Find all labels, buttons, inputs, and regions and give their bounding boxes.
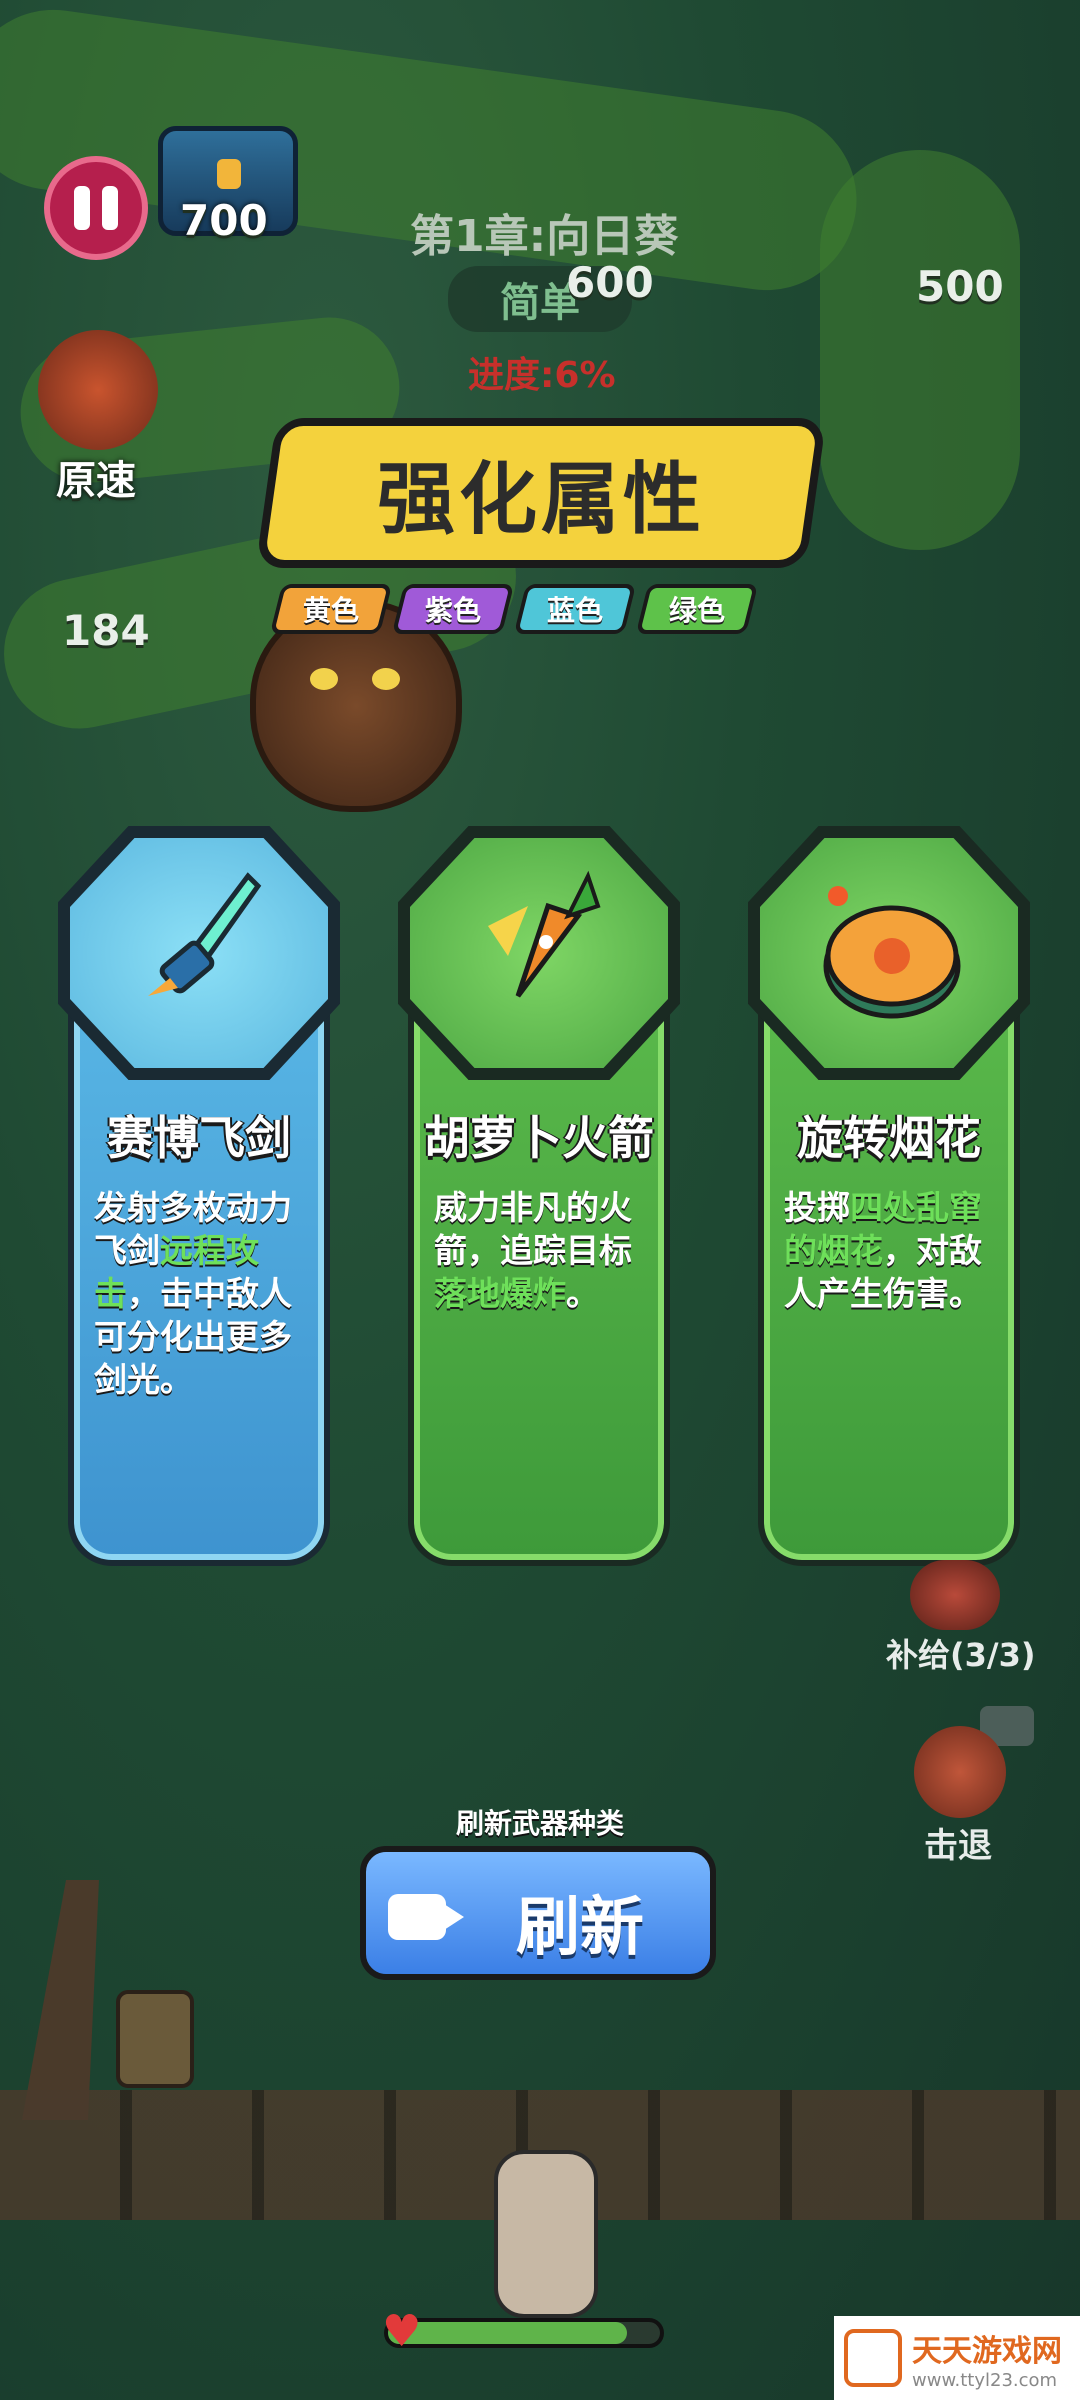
watermark-title: 天天游戏网 bbox=[912, 2333, 1062, 2369]
weapon-card-cyber-sword[interactable]: 赛博飞剑 发射多枚动力飞剑远程攻击，击中敌人可分化出更多剑光。 bbox=[58, 826, 340, 1576]
lantern-icon bbox=[116, 1990, 194, 2088]
tag-green: 绿色 bbox=[635, 584, 759, 634]
supply-label: 补给(3/3) bbox=[886, 1636, 1036, 1674]
chapter-title: 第1章:向日葵 bbox=[410, 211, 679, 262]
heart-icon: ♥ bbox=[382, 2306, 422, 2357]
pause-button[interactable] bbox=[44, 156, 148, 260]
color-tags: 黄色 紫色 蓝色 绿色 bbox=[269, 584, 759, 634]
cyber-sword-icon bbox=[128, 866, 268, 1016]
tag-yellow: 黄色 bbox=[269, 584, 393, 634]
weapon-description: 投掷四处乱窜的烟花，对敌人产生伤害。 bbox=[784, 1188, 982, 1313]
watermark: 天天游戏网 www.ttyl23.com bbox=[834, 2316, 1080, 2400]
knockback-label: 击退 bbox=[924, 1826, 992, 1866]
progress-text: 进度:6% bbox=[468, 355, 616, 396]
weapon-name: 赛博飞剑 bbox=[107, 1111, 291, 1165]
carrot-rocket-icon bbox=[468, 866, 608, 1016]
tag-purple: 紫色 bbox=[391, 584, 515, 634]
weapon-description: 发射多枚动力飞剑远程攻击，击中敌人可分化出更多剑光。 bbox=[94, 1188, 292, 1399]
site-logo-icon bbox=[844, 2329, 902, 2387]
speed-icon[interactable] bbox=[38, 330, 158, 450]
speed-label: 原速 bbox=[56, 458, 136, 504]
refresh-label: 刷新 bbox=[516, 1891, 644, 1965]
supply-icon[interactable] bbox=[910, 1560, 1000, 1630]
tag-blue: 蓝色 bbox=[513, 584, 637, 634]
enemy-hp-number: 600 bbox=[566, 258, 654, 307]
enemy-hp-number: 184 bbox=[62, 606, 150, 655]
refresh-button[interactable]: 刷新 bbox=[360, 1846, 716, 1980]
enemy-hp-number: 500 bbox=[916, 262, 1004, 311]
banner-title: 强化属性 bbox=[376, 455, 705, 545]
weapon-description: 威力非凡的火箭，追踪目标落地爆炸。 bbox=[434, 1188, 632, 1313]
weapon-card-spinning-firework[interactable]: 旋转烟花 投掷四处乱窜的烟花，对敌人产生伤害。 bbox=[748, 826, 1030, 1576]
coin-count: 700 bbox=[180, 196, 268, 245]
knockback-icon[interactable] bbox=[914, 1726, 1006, 1818]
hp-fill bbox=[388, 2322, 628, 2344]
weapon-name: 旋转烟花 bbox=[797, 1111, 981, 1165]
vine-path bbox=[820, 150, 1020, 550]
weapon-card-carrot-rocket[interactable]: 胡萝卜火箭 威力非凡的火箭，追踪目标落地爆炸。 bbox=[398, 826, 680, 1576]
pause-icon bbox=[74, 186, 90, 230]
weapon-name: 胡萝卜火箭 bbox=[424, 1111, 654, 1165]
refresh-hint: 刷新武器种类 bbox=[456, 1807, 625, 1840]
video-camera-icon bbox=[388, 1894, 464, 1940]
spinning-firework-icon bbox=[808, 866, 968, 1026]
player-character bbox=[494, 2150, 598, 2318]
title-banner: 强化属性 bbox=[255, 418, 827, 568]
player-hp-bar bbox=[384, 2318, 664, 2348]
watermark-url: www.ttyl23.com bbox=[912, 2369, 1058, 2391]
